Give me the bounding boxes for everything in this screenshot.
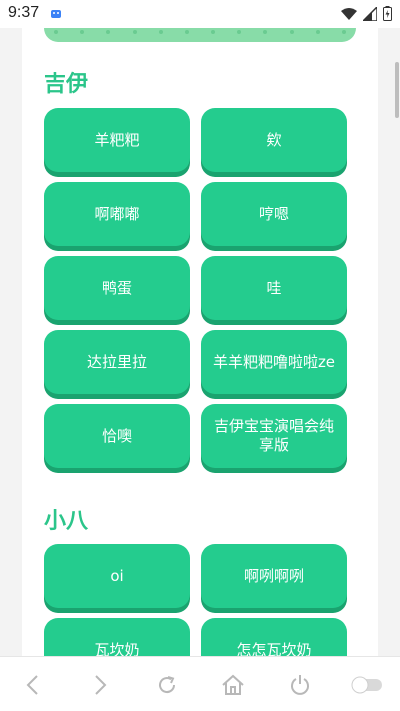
sound-button[interactable]: 恰噢 (44, 404, 190, 468)
status-bar: 9:37 (0, 0, 400, 28)
sound-button[interactable]: 哇 (201, 256, 347, 320)
back-icon[interactable] (13, 665, 53, 705)
status-time: 9:37 (8, 4, 40, 21)
refresh-icon[interactable] (147, 665, 187, 705)
power-icon[interactable] (280, 665, 320, 705)
sound-button[interactable]: 啊嘟嘟 (44, 182, 190, 246)
app-notification-icon (51, 10, 61, 18)
sound-button[interactable]: oi (44, 544, 190, 608)
forward-icon[interactable] (80, 665, 120, 705)
sound-button[interactable]: 吉伊宝宝演唱会纯享版 (201, 404, 347, 468)
scrollbar-thumb[interactable] (395, 62, 399, 118)
sound-button[interactable]: 怎怎瓦坎奶 (201, 618, 347, 656)
sound-button[interactable]: 羊粑粑 (44, 108, 190, 172)
sound-button[interactable]: 达拉里拉 (44, 330, 190, 394)
signal-icon (363, 6, 377, 21)
sound-button[interactable]: 羊羊粑粑噜啦啦ze (201, 330, 347, 394)
section-title-xiaoba: 小八 (44, 509, 89, 534)
sound-button[interactable]: 啊咧啊咧 (201, 544, 347, 608)
wifi-icon (341, 7, 357, 20)
content-panel[interactable]: 吉伊 羊粑粑 欸 啊嘟嘟 哼嗯 鸭蛋 哇 达拉里拉 羊羊粑粑噜啦啦ze 恰噢 吉… (22, 0, 378, 656)
screen: 9:37 吉伊 羊粑粑 欸 啊嘟嘟 哼嗯 鸭蛋 哇 达拉里拉 羊羊粑粑噜啦啦ze… (0, 0, 400, 711)
browser-bottom-bar (0, 656, 400, 711)
toggle-icon[interactable] (347, 665, 387, 705)
sound-grid-xiaoba: oi 啊咧啊咧 瓦坎奶 怎怎瓦坎奶 (44, 544, 347, 656)
sound-grid-jiyi: 羊粑粑 欸 啊嘟嘟 哼嗯 鸭蛋 哇 达拉里拉 羊羊粑粑噜啦啦ze 恰噢 吉伊宝宝… (44, 108, 347, 468)
sound-button[interactable]: 欸 (201, 108, 347, 172)
sound-button[interactable]: 鸭蛋 (44, 256, 190, 320)
home-icon[interactable] (213, 665, 253, 705)
sound-button[interactable]: 瓦坎奶 (44, 618, 190, 656)
sound-button[interactable]: 哼嗯 (201, 182, 347, 246)
battery-icon (383, 6, 392, 21)
top-bar-dots (54, 30, 346, 34)
status-icons (341, 6, 392, 21)
section-title-jiyi: 吉伊 (44, 72, 89, 97)
